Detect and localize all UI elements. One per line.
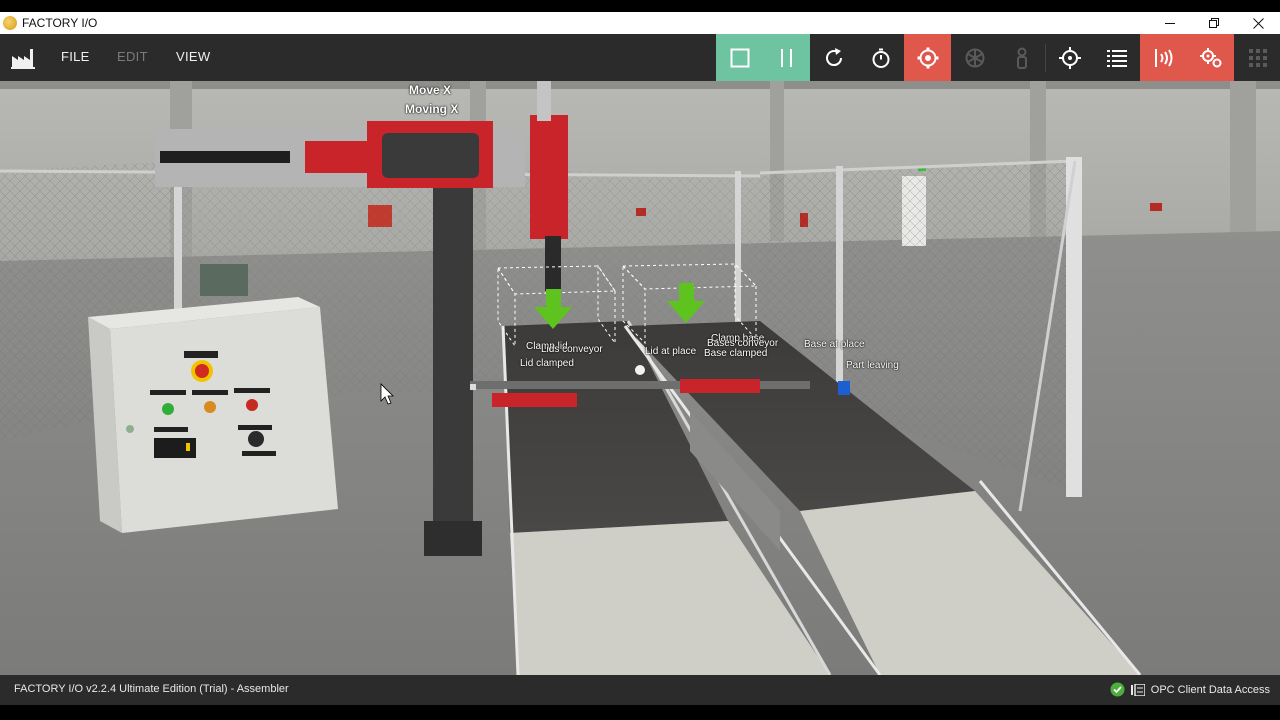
close-icon xyxy=(1252,17,1264,29)
file-menu[interactable]: FILE xyxy=(61,49,90,64)
first-person-button[interactable] xyxy=(998,34,1045,81)
driver-status[interactable]: OPC Client Data Access xyxy=(1110,682,1270,697)
lid-clamped-label[interactable]: Lid clamped xyxy=(520,358,574,369)
lids-conveyor-label[interactable]: Lids conveyor xyxy=(541,344,603,355)
timer-button[interactable] xyxy=(857,34,904,81)
driver-chip-icon xyxy=(1130,683,1145,696)
window-controls xyxy=(1148,12,1280,34)
3d-scene-viewport[interactable]: Move X Moving X Clamp lid Lids conveyor … xyxy=(0,81,1280,675)
fly-camera-icon xyxy=(965,48,984,67)
minimize-button[interactable] xyxy=(1148,12,1192,34)
scene-list-button[interactable] xyxy=(1093,34,1140,81)
factory-io-app-icon xyxy=(3,16,17,30)
fly-camera-button[interactable] xyxy=(951,34,998,81)
drivers-gear-icon xyxy=(1199,47,1221,67)
blue-part xyxy=(838,381,850,395)
drivers-button[interactable] xyxy=(1187,34,1234,81)
sensor-light xyxy=(635,365,645,375)
scene-graphics xyxy=(0,81,1280,675)
base-at-place-label[interactable]: Base at place xyxy=(804,339,865,350)
close-button[interactable] xyxy=(1236,12,1280,34)
move-x-label[interactable]: Move X xyxy=(409,83,451,97)
restore-button[interactable] xyxy=(1192,12,1236,34)
reset-icon xyxy=(825,47,842,66)
screen-bottom-strip xyxy=(0,705,1280,720)
stop-button[interactable] xyxy=(716,34,763,81)
camera-orbit-icon xyxy=(917,47,938,68)
sensors-button[interactable] xyxy=(1140,34,1187,81)
lid-at-place-label[interactable]: Lid at place xyxy=(645,346,696,357)
pause-button[interactable] xyxy=(763,34,810,81)
driver-name: OPC Client Data Access xyxy=(1150,683,1270,696)
orbit-camera-button[interactable] xyxy=(904,34,951,81)
factory-logo-icon xyxy=(11,49,35,69)
list-icon xyxy=(1106,49,1127,67)
main-toolbar: FILE EDIT VIEW xyxy=(0,34,1280,81)
wall-light xyxy=(1150,203,1162,211)
part-leaving-label[interactable]: Part leaving xyxy=(846,360,899,371)
sensor-icon xyxy=(1154,48,1172,67)
selection-button[interactable] xyxy=(1046,34,1093,81)
stop-square-icon xyxy=(730,48,749,67)
restore-icon xyxy=(1208,17,1219,28)
factory-io-window: FACTORY I/O FILE EDIT VIEW Move X Moving… xyxy=(0,0,1280,720)
moving-x-label[interactable]: Moving X xyxy=(405,102,458,116)
window-title: FACTORY I/O xyxy=(22,16,98,30)
view-menu[interactable]: VIEW xyxy=(176,49,210,64)
grid-icon xyxy=(1248,48,1267,67)
version-status: FACTORY I/O v2.2.4 Ultimate Edition (Tri… xyxy=(14,683,289,695)
window-title-bar[interactable]: FACTORY I/O xyxy=(0,12,1280,34)
pause-icon xyxy=(780,48,792,67)
reset-button[interactable] xyxy=(810,34,857,81)
stopwatch-icon xyxy=(872,48,889,68)
check-circle-icon xyxy=(1110,682,1125,697)
edit-menu[interactable]: EDIT xyxy=(117,49,148,64)
grid-button[interactable] xyxy=(1234,34,1280,81)
crosshair-icon xyxy=(1058,46,1081,69)
status-bar: FACTORY I/O v2.2.4 Ultimate Edition (Tri… xyxy=(0,675,1280,705)
base-clamped-label[interactable]: Base clamped xyxy=(704,348,767,359)
first-person-icon xyxy=(1016,47,1027,69)
minimize-icon xyxy=(1164,22,1175,24)
